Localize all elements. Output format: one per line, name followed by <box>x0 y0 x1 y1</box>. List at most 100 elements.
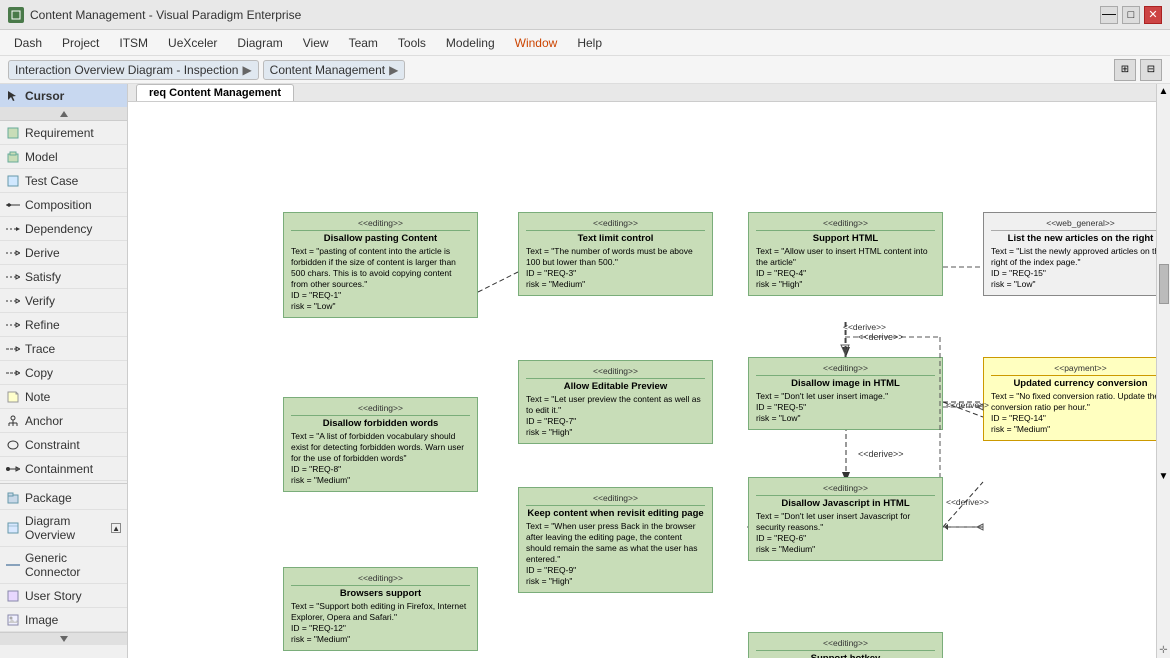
sidebar-item-derive[interactable]: Derive <box>0 241 127 265</box>
breadcrumb-icon2[interactable]: ⊟ <box>1140 59 1162 81</box>
sidebar-generic-connector-label: Generic Connector <box>25 551 121 579</box>
sidebar-model-label: Model <box>25 150 58 164</box>
sidebar-item-dependency[interactable]: Dependency <box>0 217 127 241</box>
card6-body: Text = "Don't let user insert image."ID … <box>756 391 935 424</box>
menu-modeling[interactable]: Modeling <box>436 30 505 55</box>
card7-title: Updated currency conversion <box>991 375 1156 389</box>
sidebar-item-requirement[interactable]: Requirement <box>0 121 127 145</box>
sidebar-scroll-down[interactable] <box>0 632 127 645</box>
sidebar-item-user-story[interactable]: User Story <box>0 584 127 608</box>
card-disallow-image[interactable]: <<editing>> Disallow image in HTML Text … <box>748 357 943 430</box>
minimize-button[interactable]: — <box>1100 6 1118 24</box>
requirement-icon <box>6 126 20 140</box>
card5-body: Text = "Let user preview the content as … <box>526 394 705 438</box>
card13-stereotype: <<editing>> <box>756 638 935 648</box>
menu-window[interactable]: Window <box>505 30 568 55</box>
menu-view[interactable]: View <box>293 30 339 55</box>
card7-stereotype: <<payment>> <box>991 363 1156 373</box>
breadcrumb-chevron: ▶ <box>242 63 251 77</box>
card13-title: Support hotkey <box>756 650 935 658</box>
scrollbar-up[interactable]: ▲ <box>1159 86 1169 97</box>
card-support-hotkey[interactable]: <<editing>> Support hotkey Text = "Let u… <box>748 632 943 658</box>
sidebar-note-label: Note <box>25 390 50 404</box>
card8-stereotype: <<editing>> <box>291 403 470 413</box>
card-currency-conversion[interactable]: <<payment>> Updated currency conversion … <box>983 357 1156 441</box>
card9-title: Keep content when revisit editing page <box>526 505 705 519</box>
card-keep-content[interactable]: <<editing>> Keep content when revisit ed… <box>518 487 713 593</box>
breadcrumb-project[interactable]: Content Management ▶ <box>263 60 406 80</box>
sidebar-item-satisfy[interactable]: Satisfy <box>0 265 127 289</box>
menu-team[interactable]: Team <box>339 30 388 55</box>
card-support-html[interactable]: <<editing>> Support HTML Text = "Allow u… <box>748 212 943 296</box>
sidebar-item-package[interactable]: Package <box>0 486 127 510</box>
close-button[interactable]: ✕ <box>1144 6 1162 24</box>
sidebar-item-composition[interactable]: Composition <box>0 193 127 217</box>
card-browsers-support[interactable]: <<editing>> Browsers support Text = "Sup… <box>283 567 478 651</box>
sidebar-item-image[interactable]: Image <box>0 608 127 632</box>
menu-itsm[interactable]: ITSM <box>109 30 158 55</box>
sidebar-item-refine[interactable]: Refine <box>0 313 127 337</box>
right-scrollbar[interactable]: ▲ ▼ ✛ <box>1156 84 1170 658</box>
sidebar-derive-label: Derive <box>25 246 60 260</box>
sidebar-constraint-label: Constraint <box>25 438 80 452</box>
menu-project[interactable]: Project <box>52 30 109 55</box>
note-icon <box>6 390 20 404</box>
card-list-articles[interactable]: <<web_general>> List the new articles on… <box>983 212 1156 296</box>
testcase-icon <box>6 174 20 188</box>
diagram-overview-expand[interactable]: ▲ <box>111 523 121 533</box>
sidebar-composition-label: Composition <box>25 198 92 212</box>
derive-label-3: <<derive>> <box>946 497 989 507</box>
scrollbar-down[interactable]: ▼ <box>1159 471 1169 482</box>
menu-help[interactable]: Help <box>567 30 612 55</box>
breadcrumb-project-label: Content Management <box>270 63 385 77</box>
card-disallow-pasting[interactable]: <<editing>> Disallow pasting Content Tex… <box>283 212 478 318</box>
sidebar-item-cursor[interactable]: Cursor <box>0 84 127 108</box>
breadcrumb-bar: Interaction Overview Diagram - Inspectio… <box>0 56 1170 84</box>
card5-stereotype: <<editing>> <box>526 366 705 376</box>
sidebar-item-testcase[interactable]: Test Case <box>0 169 127 193</box>
diagram-area[interactable]: req Content Management <<derive>> <box>128 84 1156 658</box>
sidebar-item-note[interactable]: Note <box>0 385 127 409</box>
derive-icon <box>6 246 20 260</box>
sidebar-item-anchor[interactable]: Anchor <box>0 409 127 433</box>
sidebar-item-copy[interactable]: Copy <box>0 361 127 385</box>
sidebar-item-constraint[interactable]: Constraint <box>0 433 127 457</box>
sidebar-item-trace[interactable]: Trace <box>0 337 127 361</box>
user-story-icon <box>6 589 20 603</box>
card-text-limit[interactable]: <<editing>> Text limit control Text = "T… <box>518 212 713 296</box>
breadcrumb-icon1[interactable]: ⊞ <box>1114 59 1136 81</box>
sidebar-item-diagram-overview[interactable]: Diagram Overview ▲ <box>0 510 127 547</box>
sidebar-refine-label: Refine <box>25 318 60 332</box>
diagram-tab-main[interactable]: req Content Management <box>136 84 294 101</box>
menu-uexceler[interactable]: UeXceler <box>158 30 227 55</box>
derive-label-2: <<derive>> <box>946 400 989 410</box>
cursor-icon <box>6 89 20 103</box>
sidebar-item-verify[interactable]: Verify <box>0 289 127 313</box>
card4-stereotype: <<web_general>> <box>991 218 1156 228</box>
sidebar-item-containment[interactable]: Containment <box>0 457 127 481</box>
sidebar-item-model[interactable]: Model <box>0 145 127 169</box>
sidebar-scroll-up[interactable] <box>0 108 127 121</box>
breadcrumb-diagram-label: Interaction Overview Diagram - Inspectio… <box>15 63 238 77</box>
sidebar-requirement-label: Requirement <box>25 126 94 140</box>
satisfy-icon <box>6 270 20 284</box>
svg-text:<<derive>>: <<derive>> <box>858 449 904 459</box>
anchor-icon <box>6 414 20 428</box>
menu-dash[interactable]: Dash <box>4 30 52 55</box>
sidebar-image-label: Image <box>25 613 58 627</box>
card-disallow-javascript[interactable]: <<editing>> Disallow Javascript in HTML … <box>748 477 943 561</box>
card-forbidden-words[interactable]: <<editing>> Disallow forbidden words Tex… <box>283 397 478 492</box>
scrollbar-thumb[interactable] <box>1159 264 1169 304</box>
sidebar-diagram-overview-label: Diagram Overview <box>25 514 106 542</box>
containment-icon <box>6 462 20 476</box>
menu-diagram[interactable]: Diagram <box>227 30 292 55</box>
breadcrumb-icons: ⊞ ⊟ <box>1114 59 1162 81</box>
menu-tools[interactable]: Tools <box>388 30 436 55</box>
card-editable-preview[interactable]: <<editing>> Allow Editable Preview Text … <box>518 360 713 444</box>
sidebar-item-generic-connector[interactable]: Generic Connector <box>0 547 127 584</box>
maximize-button[interactable]: □ <box>1122 6 1140 24</box>
scrollbar-resize[interactable]: ✛ <box>1159 645 1167 656</box>
breadcrumb-diagram[interactable]: Interaction Overview Diagram - Inspectio… <box>8 60 259 80</box>
diagram-canvas[interactable]: <<derive>> <<derive>> <<edi <box>128 102 1156 658</box>
window-title: Content Management - Visual Paradigm Ent… <box>30 8 1094 22</box>
